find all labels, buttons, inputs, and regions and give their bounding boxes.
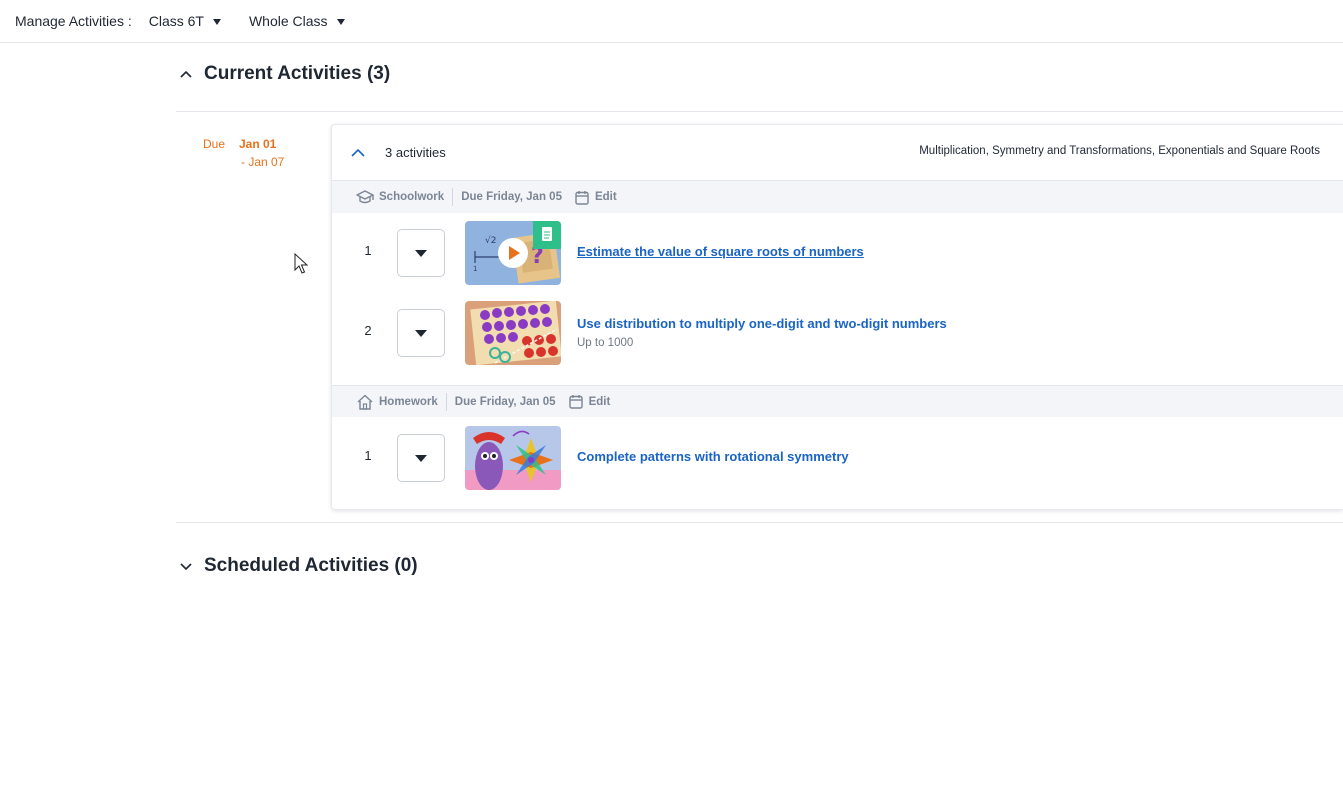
group-due-date: Due Friday, Jan 05 xyxy=(454,395,556,408)
group-type: Schoolwork xyxy=(379,191,445,203)
current-activities-title: Current Activities (3) xyxy=(204,63,391,84)
activity-number: 1 xyxy=(364,448,372,463)
svg-text:1: 1 xyxy=(473,265,477,273)
activity-thumbnail[interactable] xyxy=(465,426,561,490)
rotational-symmetry-thumbnail-image xyxy=(465,426,561,490)
activity-row: 2 Use distribution to multiply one-digit… xyxy=(332,301,1343,365)
calendar-icon xyxy=(575,190,589,205)
activity-number: 2 xyxy=(364,323,372,338)
chevron-up-icon[interactable] xyxy=(351,148,365,158)
caret-down-icon xyxy=(415,454,427,462)
activity-move-button[interactable] xyxy=(397,309,445,357)
activity-thumbnail[interactable] xyxy=(465,301,561,365)
homework-group-bar: Homework Due Friday, Jan 05 Edit xyxy=(332,385,1343,417)
edit-schoolwork-button[interactable]: Edit xyxy=(595,191,617,203)
svg-text:√2: √2 xyxy=(485,235,496,246)
activity-number: 1 xyxy=(364,243,372,258)
chevron-down-icon xyxy=(180,563,192,571)
activity-subtitle: Up to 1000 xyxy=(577,337,634,349)
caret-down-icon xyxy=(212,18,221,25)
divider xyxy=(176,522,1343,523)
activities-card: 3 activities Multiplication, Symmetry an… xyxy=(331,124,1343,510)
divider xyxy=(176,111,1343,112)
caret-down-icon xyxy=(336,18,345,25)
caret-down-icon xyxy=(415,249,427,257)
chevron-up-icon xyxy=(180,70,192,78)
due-start-date: Jan 01 xyxy=(239,137,277,151)
graduation-cap-icon xyxy=(356,190,374,204)
multiplication-thumbnail-image xyxy=(465,301,561,365)
activity-title-link[interactable]: Estimate the value of square roots of nu… xyxy=(577,244,864,259)
square-roots-thumbnail-image: ? √2 1 xyxy=(465,221,561,285)
class-dropdown-value: Class 6T xyxy=(148,13,204,29)
separator xyxy=(445,392,447,411)
scheduled-activities-toggle[interactable]: Scheduled Activities (0) xyxy=(176,555,418,577)
activity-move-button[interactable] xyxy=(397,434,445,482)
group-dropdown[interactable]: Whole Class xyxy=(249,13,345,29)
due-label: Due xyxy=(203,137,226,151)
class-dropdown[interactable]: Class 6T xyxy=(149,13,221,29)
activity-row: 1 Complete patterns with rotational symm… xyxy=(332,426,1343,490)
top-bar: Manage Activities : Class 6T Whole Class xyxy=(0,0,1343,43)
activity-row: 1 ? √2 1 Estimate the value of square ro… xyxy=(332,221,1343,285)
activity-move-button[interactable] xyxy=(397,229,445,277)
mouse-pointer-icon xyxy=(294,253,308,274)
group-dropdown-value: Whole Class xyxy=(248,13,328,29)
activity-title-link[interactable]: Complete patterns with rotational symmet… xyxy=(577,449,849,464)
activity-thumbnail[interactable]: ? √2 1 xyxy=(465,221,561,285)
card-header: 3 activities Multiplication, Symmetry an… xyxy=(332,125,1343,181)
due-end-date: - Jan 07 xyxy=(241,155,285,169)
activity-title-link[interactable]: Use distribution to multiply one-digit a… xyxy=(577,316,947,331)
separator xyxy=(452,188,454,206)
edit-homework-button[interactable]: Edit xyxy=(589,396,611,408)
caret-down-icon xyxy=(415,329,427,337)
group-type: Homework xyxy=(379,395,438,408)
scheduled-activities-title: Scheduled Activities (0) xyxy=(204,555,418,576)
current-activities-toggle[interactable]: Current Activities (3) xyxy=(176,63,390,85)
schoolwork-group-bar: Schoolwork Due Friday, Jan 05 Edit xyxy=(332,181,1343,213)
activities-count: 3 activities xyxy=(385,145,446,160)
group-due-date: Due Friday, Jan 05 xyxy=(461,191,562,203)
house-icon xyxy=(357,394,373,410)
calendar-icon xyxy=(568,395,583,409)
manage-activities-label: Manage Activities : xyxy=(15,13,132,29)
activities-topics: Multiplication, Symmetry and Transformat… xyxy=(919,145,1320,157)
